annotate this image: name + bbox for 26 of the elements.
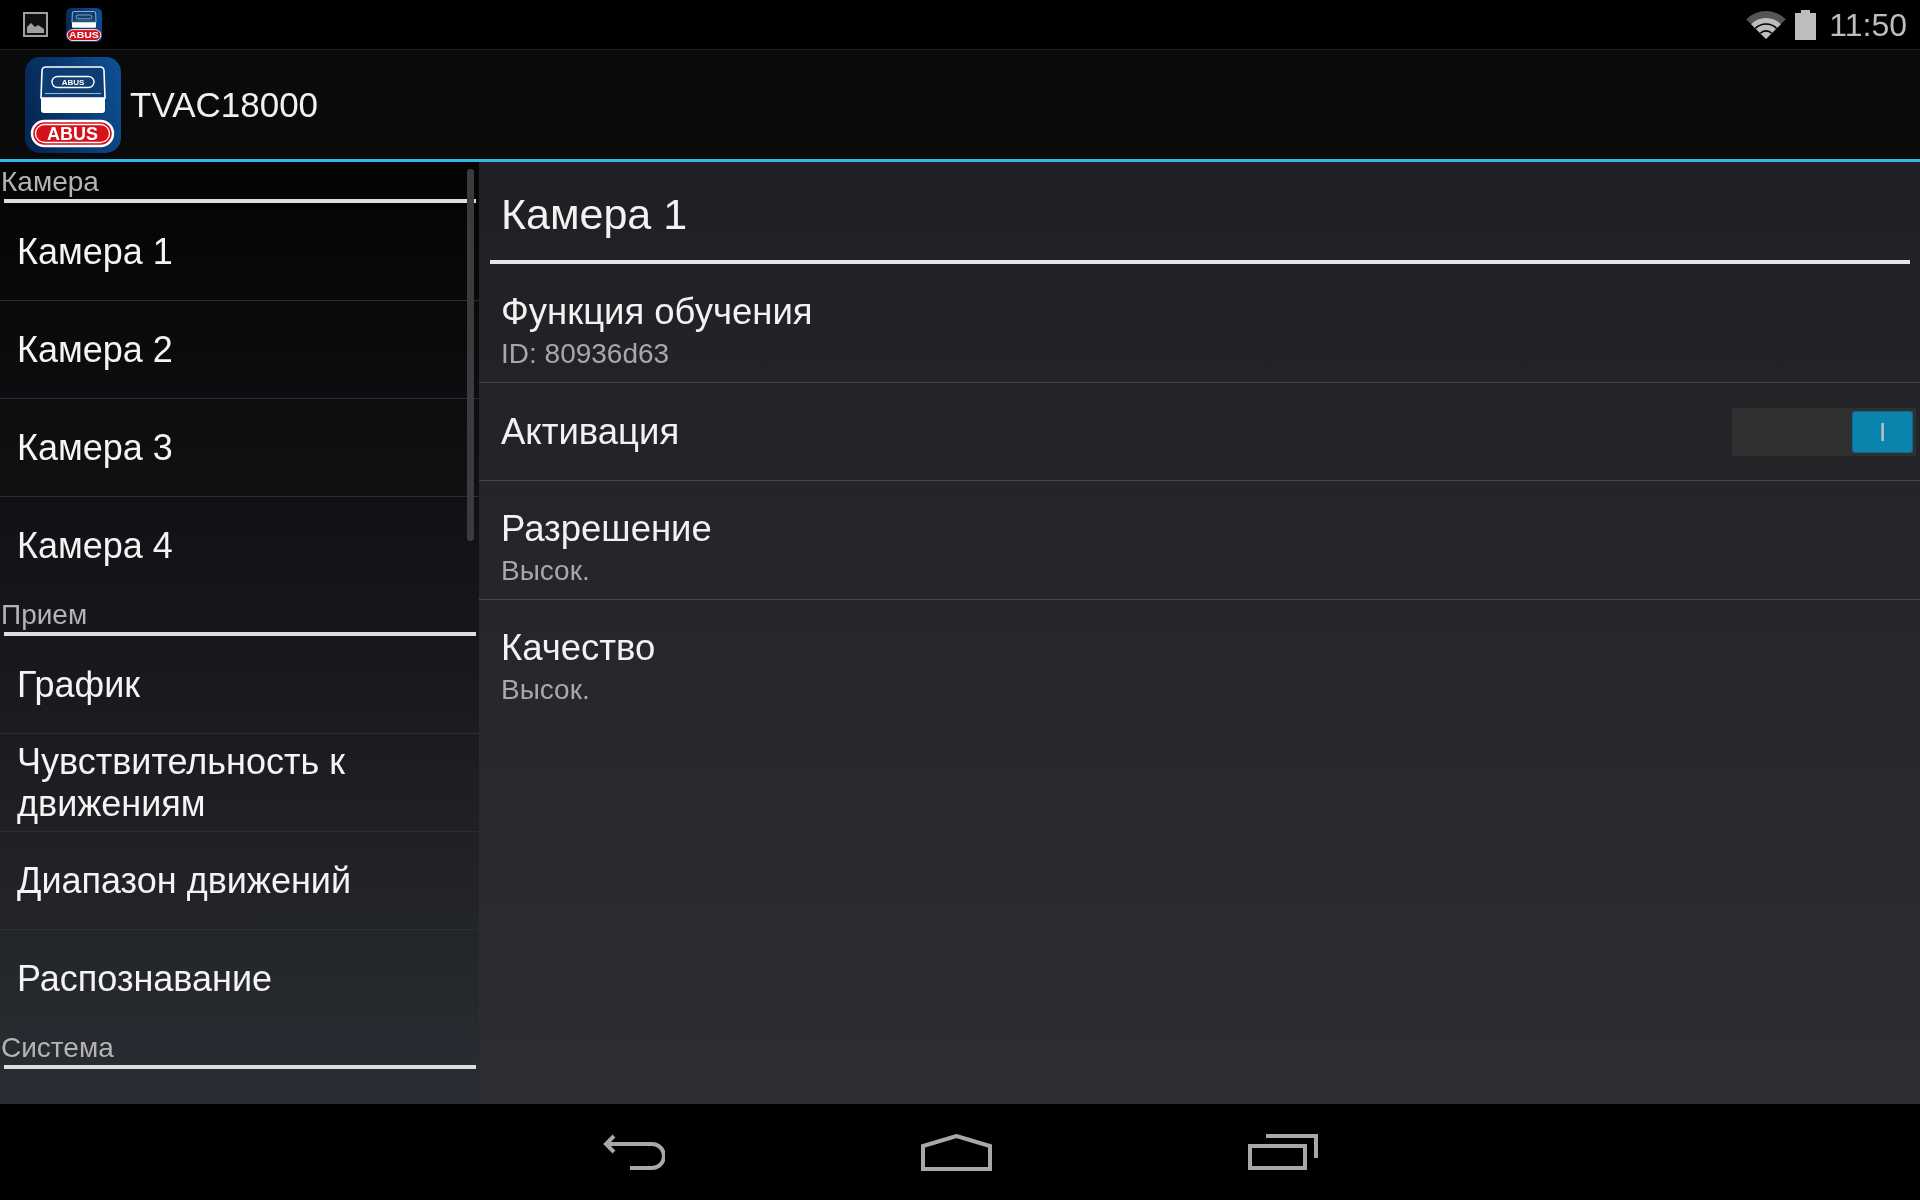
- battery-icon: [1795, 9, 1817, 40]
- clock-time: 11:50: [1829, 8, 1907, 41]
- home-icon[interactable]: [921, 1133, 992, 1171]
- back-icon[interactable]: [602, 1133, 665, 1171]
- app-title: TVAC18000: [130, 87, 319, 122]
- app-logo: ABUS ABUS: [25, 56, 121, 153]
- wifi-icon: [1746, 9, 1787, 40]
- section-header: Камера: [1, 165, 99, 199]
- sidebar-item[interactable]: Камера 4: [0, 497, 479, 595]
- recents-icon[interactable]: [1248, 1134, 1318, 1170]
- setting-title: Активация: [501, 410, 680, 453]
- settings-row[interactable]: Разрешение Высок.: [479, 481, 1920, 600]
- section-header: Система: [1, 1031, 114, 1065]
- setting-title: Функция обучения: [501, 291, 814, 333]
- app-notification-logo: ABUS: [66, 7, 102, 42]
- image-icon: [23, 12, 48, 37]
- panel-title: Камера 1: [501, 189, 688, 240]
- sidebar-item[interactable]: Распознавание: [0, 930, 479, 1028]
- setting-summary: Высок.: [501, 673, 591, 707]
- setting-summary: ID: 80936d63: [501, 337, 671, 371]
- setting-title: Качество: [501, 627, 657, 669]
- setting-summary: Высок.: [501, 554, 591, 588]
- setting-title: Разрешение: [501, 508, 713, 550]
- settings-row[interactable]: Функция обучения ID: 80936d63: [479, 264, 1920, 383]
- settings-row[interactable]: Качество Высок.: [479, 600, 1920, 718]
- section-header: Прием: [1, 598, 88, 632]
